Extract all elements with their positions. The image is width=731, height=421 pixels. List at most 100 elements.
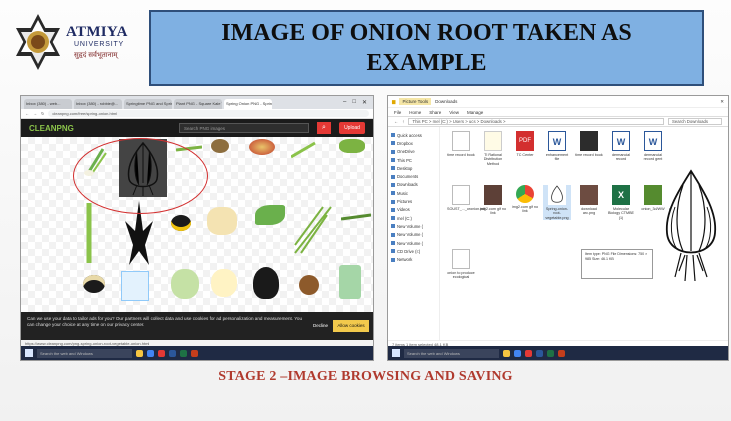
- word-icon[interactable]: [169, 349, 176, 357]
- browser-tab[interactable]: Plant PNG - Square Kale Tex...: [174, 99, 222, 109]
- nav-item[interactable]: OneDrive: [391, 148, 436, 156]
- chrome-icon[interactable]: [147, 349, 154, 357]
- ribbon-tab[interactable]: Home: [409, 110, 421, 115]
- cartoon-onion-thumb[interactable]: [171, 269, 199, 299]
- ribbon-tab[interactable]: Manage: [467, 110, 483, 115]
- cartoon-thumb[interactable]: [207, 207, 237, 235]
- file-item[interactable]: download arc.png: [575, 185, 603, 216]
- path-field[interactable]: This PC > mel (C:) > Users > ucs > Downl…: [408, 118, 664, 125]
- nav-item[interactable]: Downloads: [391, 181, 436, 189]
- back-icon[interactable]: ←: [394, 119, 398, 124]
- excel-icon[interactable]: [180, 349, 187, 357]
- file-item[interactable]: PDF TC Center: [511, 131, 539, 157]
- taskbar-search[interactable]: Search the web and Windows: [37, 348, 132, 358]
- back-icon[interactable]: ←: [25, 111, 29, 116]
- sushi-thumb[interactable]: [83, 275, 105, 293]
- browser-tab-active[interactable]: Spring Onion PNG - Spring...: [224, 99, 272, 109]
- green-onion-thumb[interactable]: [341, 207, 371, 227]
- ribbon-tab[interactable]: Share: [429, 110, 441, 115]
- url-field[interactable]: cleanpng.com/free/spring-onion.html: [48, 110, 369, 117]
- nav-item[interactable]: Quick access: [391, 131, 436, 139]
- window-controls: – □ ✕: [343, 99, 373, 106]
- file-item[interactable]: time record book: [447, 131, 475, 157]
- forward-icon[interactable]: →: [33, 111, 37, 116]
- file-item[interactable]: time record book: [575, 131, 603, 157]
- browser-tab[interactable]: Springtime PNG and Spring...: [124, 99, 172, 109]
- nav-item[interactable]: mel (C:): [391, 214, 436, 222]
- file-item[interactable]: Wenhancement file: [543, 131, 571, 162]
- file-item[interactable]: TI Rational Distribution Method: [479, 131, 507, 166]
- nav-item[interactable]: This PC: [391, 156, 436, 164]
- chrome-icon[interactable]: [514, 349, 521, 357]
- nav-item[interactable]: CD Drive (I:): [391, 247, 436, 255]
- logo-university: UNIVERSITY: [74, 41, 125, 48]
- decline-button[interactable]: Decline: [313, 323, 328, 329]
- windows-start-icon[interactable]: [392, 349, 400, 357]
- leek-thumb[interactable]: [79, 203, 99, 263]
- file-item-selected[interactable]: Spring-onion-root-vegetable.png: [543, 185, 571, 221]
- salad-thumb[interactable]: [249, 139, 275, 155]
- word-icon[interactable]: [536, 349, 543, 357]
- cleanpng-logo[interactable]: CLEANPNG: [29, 124, 74, 133]
- nav-item[interactable]: Dropbox: [391, 139, 436, 147]
- nav-item[interactable]: Pictures: [391, 197, 436, 205]
- up-icon[interactable]: ↑: [402, 119, 404, 124]
- chives-thumb[interactable]: [293, 205, 333, 255]
- excel-icon[interactable]: [547, 349, 554, 357]
- upload-button[interactable]: Upload: [339, 122, 365, 134]
- explorer-search-input[interactable]: Search Downloads: [668, 118, 722, 125]
- nav-item[interactable]: New Volume (: [391, 239, 436, 247]
- taskbar-search[interactable]: Search the web and Windows: [404, 348, 499, 358]
- nav-item[interactable]: Documents: [391, 172, 436, 180]
- file-explorer-icon[interactable]: [136, 349, 143, 357]
- bottle-thumb[interactable]: [339, 265, 361, 299]
- cartoon-onion-thumb[interactable]: [211, 269, 237, 297]
- file-item[interactable]: Wdermancial record gent: [639, 131, 667, 162]
- minimize-icon[interactable]: –: [343, 99, 346, 106]
- powerpoint-icon[interactable]: [191, 349, 198, 357]
- powerpoint-icon[interactable]: [558, 349, 565, 357]
- png-search-input[interactable]: Search PNG images: [179, 123, 309, 133]
- file-item[interactable]: img2.com gif no link: [479, 185, 507, 216]
- nav-item[interactable]: Music: [391, 189, 436, 197]
- sushi-thumb[interactable]: [171, 215, 191, 231]
- scallion-thumb[interactable]: [255, 205, 285, 225]
- cookie-banner: Can we use your data to tailor ads for y…: [21, 312, 373, 340]
- ribbon-tab[interactable]: View: [449, 110, 459, 115]
- picture-tools-label[interactable]: Picture Tools: [399, 98, 432, 105]
- reload-icon[interactable]: ↻: [41, 111, 44, 116]
- close-icon[interactable]: ✕: [362, 99, 367, 106]
- file-list: time record book TI Rational Distributio…: [443, 127, 693, 339]
- file-item[interactable]: SOUST_..._oronion.pdf: [447, 185, 485, 211]
- browser-tab[interactable]: Inbox (380) - robbie@...: [74, 99, 122, 109]
- close-icon[interactable]: ✕: [720, 99, 724, 105]
- image-icon: [484, 185, 502, 205]
- image-icon: [580, 185, 598, 205]
- dark-onion-thumb[interactable]: [253, 267, 279, 299]
- browser-tab[interactable]: Inbox (380) - web...: [24, 99, 72, 109]
- file-explorer-icon[interactable]: [503, 349, 510, 357]
- nav-item[interactable]: Network: [391, 255, 436, 263]
- file-item[interactable]: img2.com gif no link: [511, 185, 539, 214]
- windows-start-icon[interactable]: [25, 349, 33, 357]
- file-item[interactable]: onion to produce ecological: [447, 249, 475, 280]
- file-item[interactable]: X Molecular Biology CTMBE (1): [607, 185, 635, 220]
- windows-taskbar: Search the web and Windows: [21, 346, 373, 360]
- herb-thumb[interactable]: [339, 139, 365, 153]
- maximize-icon[interactable]: □: [352, 99, 356, 106]
- file-item[interactable]: Wdermancial record: [607, 131, 635, 162]
- ribbon-tab[interactable]: File: [394, 110, 401, 115]
- nav-item[interactable]: New Volume (: [391, 231, 436, 239]
- food-thumb[interactable]: [211, 139, 229, 153]
- app-icon[interactable]: [158, 349, 165, 357]
- nav-item[interactable]: New Volume (: [391, 222, 436, 230]
- app-icon[interactable]: [525, 349, 532, 357]
- nav-item[interactable]: Desktop: [391, 164, 436, 172]
- nav-item[interactable]: Videos: [391, 206, 436, 214]
- search-icon[interactable]: ⌕: [317, 122, 331, 134]
- package-thumb[interactable]: [121, 271, 149, 301]
- allow-cookies-button[interactable]: Allow cookies: [333, 320, 369, 332]
- green-onion-thumb[interactable]: [291, 141, 317, 159]
- food-thumb[interactable]: [299, 275, 319, 295]
- folder-icon: [391, 182, 395, 187]
